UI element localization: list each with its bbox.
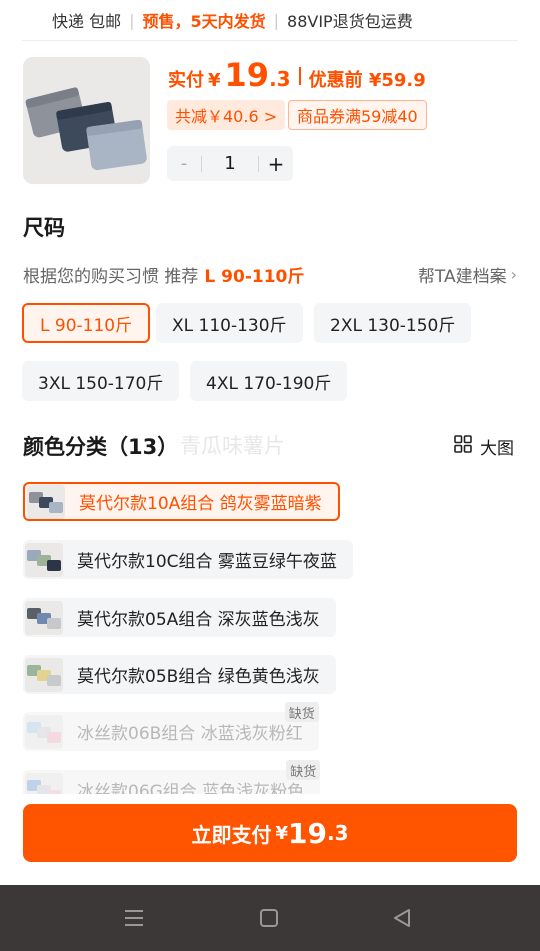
size-recommendation: 根据您的购买习惯 推荐 L 90-110斤 帮TA建档案 › — [23, 262, 517, 287]
out-of-stock-badge: 缺货 — [286, 760, 321, 780]
size-option[interactable]: 2XL 130-150斤 — [314, 303, 472, 343]
increase-button[interactable]: + — [259, 152, 293, 176]
pay-price-dec: .3 — [326, 821, 349, 845]
coupon-chip: 商品券满59减40 — [288, 100, 427, 130]
total-discount-chip[interactable]: 共减￥40.6 > — [167, 100, 286, 130]
price-row: 实付 ¥ 19 .3 优惠前 ¥59.9 — [168, 56, 426, 96]
color-thumbnail — [25, 657, 63, 692]
system-nav-bar — [0, 885, 540, 951]
color-option-list: 莫代尔款10A组合 鸽灰雾蓝暗紫 莫代尔款10C组合 雾蓝豆绿午夜蓝 莫代尔款05A… — [0, 480, 540, 794]
out-of-stock-badge: 缺货 — [284, 702, 319, 722]
back-icon[interactable] — [390, 906, 414, 930]
paid-label: 实付 — [168, 70, 204, 91]
pay-label: 立即支付 — [191, 822, 272, 847]
color-thumbnail — [25, 542, 63, 577]
color-thumbnail — [27, 484, 65, 519]
color-option[interactable]: 莫代尔款05B组合 绿色黄色浅灰 — [23, 655, 336, 694]
large-view-label: 大图 — [480, 439, 514, 459]
color-option[interactable]: 冰丝款06B组合 冰蓝浅灰粉红 缺货 — [23, 702, 319, 751]
large-view-toggle[interactable]: 大图 — [454, 434, 514, 459]
divider — [22, 40, 518, 41]
shipping-express: 快递 包邮 — [52, 12, 122, 31]
recommend-value: L 90-110斤 — [204, 266, 305, 287]
menu-icon[interactable] — [122, 906, 146, 930]
pay-price-int: 19 — [288, 816, 327, 850]
color-option[interactable]: 莫代尔款10A组合 鸽灰雾蓝暗紫 — [23, 482, 340, 521]
pay-currency: ¥ — [275, 822, 289, 844]
color-option[interactable]: 莫代尔款10C组合 雾蓝豆绿午夜蓝 — [23, 540, 353, 579]
chevron-right-icon: › — [510, 264, 517, 284]
profile-link[interactable]: 帮TA建档案 › — [418, 262, 517, 287]
size-option[interactable]: XL 110-130斤 — [156, 303, 303, 343]
shipping-divider: | — [273, 10, 280, 30]
color-option[interactable]: 莫代尔款05A组合 深灰蓝色浅灰 — [23, 598, 336, 637]
size-option[interactable]: 4XL 170-190斤 — [190, 361, 348, 401]
shipping-presale: 预售，5天内发货 — [142, 12, 266, 31]
paid-price-int: 19 — [224, 56, 270, 94]
color-option-label: 冰丝款06G组合 蓝色浅灰粉色 — [77, 782, 305, 794]
color-section-title: 颜色分类（13） — [23, 435, 179, 459]
pay-now-button[interactable]: 立即支付 ¥ 19 .3 — [23, 804, 517, 862]
recommend-text: 根据您的购买习惯 推荐 — [23, 266, 199, 287]
size-option[interactable]: 3XL 150-170斤 — [22, 361, 180, 401]
color-option-label: 莫代尔款05B组合 绿色黄色浅灰 — [77, 667, 320, 687]
decrease-button[interactable]: - — [167, 153, 201, 174]
shipping-info: 快递 包邮 | 预售，5天内发货 | 88VIP退货包运费 — [0, 0, 540, 40]
color-option[interactable]: 冰丝款06G组合 蓝色浅灰粉色 缺货 — [23, 760, 321, 794]
product-image[interactable] — [23, 57, 150, 184]
size-option[interactable]: L 90-110斤 — [22, 303, 151, 343]
color-option-label: 冰丝款06B组合 冰蓝浅灰粉红 — [77, 724, 303, 744]
grid-icon — [454, 435, 472, 458]
quantity-input[interactable]: 1 — [202, 153, 258, 174]
size-section-title: 尺码 — [23, 216, 65, 240]
color-option-label: 莫代尔款10C组合 雾蓝豆绿午夜蓝 — [77, 552, 337, 572]
profile-link-label: 帮TA建档案 — [417, 266, 507, 287]
color-option-label: 莫代尔款05A组合 深灰蓝色浅灰 — [77, 610, 320, 630]
shipping-divider: | — [129, 10, 135, 30]
color-thumbnail — [25, 714, 63, 749]
home-icon[interactable] — [257, 906, 281, 930]
paid-price-dec: .3 — [269, 67, 291, 91]
product-image-graphic — [23, 57, 150, 184]
quantity-stepper: - 1 + — [167, 146, 293, 181]
watermark: 青瓜味薯片 — [180, 434, 285, 458]
shipping-vip: 88VIP退货包运费 — [287, 12, 413, 31]
original-price: 优惠前 ¥59.9 — [308, 70, 426, 91]
color-thumbnail — [25, 600, 63, 635]
paid-currency: ¥ — [208, 70, 221, 91]
price-divider — [298, 67, 301, 85]
color-thumbnail — [25, 772, 63, 794]
color-option-label: 莫代尔款10A组合 鸽灰雾蓝暗紫 — [79, 494, 322, 514]
